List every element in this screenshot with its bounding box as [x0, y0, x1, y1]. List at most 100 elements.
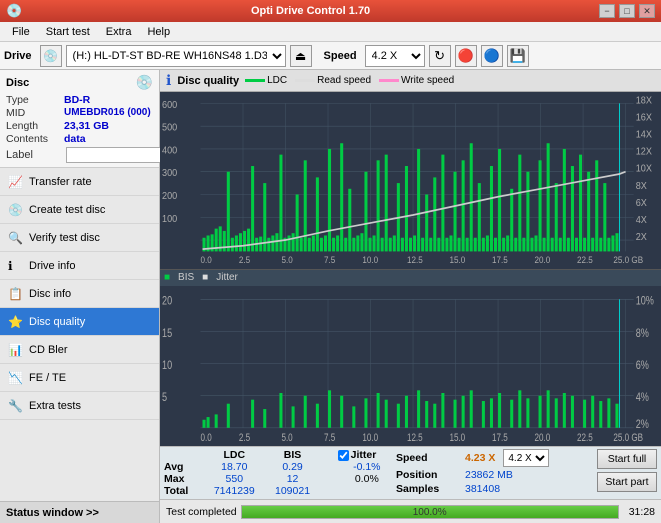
sidebar-label-disc-info: Disc info: [29, 288, 71, 300]
svg-text:20.0: 20.0: [534, 254, 550, 265]
disc-quality-title: Disc quality: [177, 75, 239, 87]
drive-info-icon: ℹ: [8, 259, 24, 273]
refresh-button[interactable]: ↻: [429, 45, 451, 67]
svg-text:6X: 6X: [636, 197, 648, 209]
bis-label: ■: [164, 272, 170, 283]
legend-ldc-label: LDC: [267, 75, 287, 86]
jitter-label-text: Jitter: [351, 449, 377, 461]
legend-write-speed-color: [379, 79, 399, 82]
create-test-disc-icon: 💿: [8, 203, 24, 217]
sidebar-item-drive-info[interactable]: ℹ Drive info: [0, 252, 159, 280]
menu-start-test[interactable]: Start test: [38, 24, 98, 40]
svg-text:22.5: 22.5: [577, 254, 593, 265]
max-label: Max: [164, 473, 203, 485]
fe-te-icon: 📉: [8, 371, 24, 385]
sidebar-label-cd-bler: CD Bler: [29, 344, 68, 356]
disc-length-value: 23,31 GB: [64, 120, 109, 132]
bottom-status-bar: Test completed 100.0% 31:28: [160, 499, 661, 523]
stats-avg-row: Avg 18.70 0.29 -0.1%: [164, 461, 396, 473]
position-row: Position 23862 MB: [396, 469, 591, 481]
menu-file[interactable]: File: [4, 24, 38, 40]
svg-text:500: 500: [162, 122, 178, 134]
disc-panel: Disc 💿 Type BD-R MID UMEBDR016 (000) Len…: [0, 70, 159, 168]
svg-text:4%: 4%: [636, 390, 650, 404]
sidebar-label-drive-info: Drive info: [29, 260, 75, 272]
position-label: Position: [396, 469, 461, 481]
svg-text:2.5: 2.5: [239, 254, 250, 265]
stats-right-section: Speed 4.23 X 4.2 X Position 23862 MB Sam…: [396, 449, 591, 495]
svg-text:20: 20: [162, 294, 172, 308]
disc-label-input[interactable]: [66, 147, 161, 163]
svg-text:6%: 6%: [636, 358, 650, 372]
speed-stat-value: 4.23 X: [465, 452, 495, 464]
close-button[interactable]: ✕: [639, 4, 655, 18]
eject-button[interactable]: ⏏: [290, 45, 312, 67]
sidebar-item-verify-test-disc[interactable]: 🔍 Verify test disc: [0, 224, 159, 252]
sidebar-item-transfer-rate[interactable]: 📈 Transfer rate: [0, 168, 159, 196]
svg-text:10%: 10%: [636, 294, 655, 308]
legend-read-speed-label: Read speed: [317, 75, 371, 86]
disc-contents-label: Contents: [6, 133, 64, 145]
stats-content: LDC BIS Jitter: [164, 449, 657, 497]
settings-btn2[interactable]: 🔵: [481, 45, 503, 67]
legend-ldc-color: [245, 79, 265, 82]
drive-select[interactable]: (H:) HL-DT-ST BD-RE WH16NS48 1.D3: [66, 45, 286, 67]
sidebar: Disc 💿 Type BD-R MID UMEBDR016 (000) Len…: [0, 70, 160, 523]
menu-extra[interactable]: Extra: [98, 24, 140, 40]
sidebar-item-disc-quality[interactable]: ⭐ Disc quality: [0, 308, 159, 336]
progress-bar-container: 100.0%: [241, 505, 619, 519]
save-button[interactable]: 💾: [507, 45, 529, 67]
legend-read-speed-color: [295, 79, 315, 82]
sidebar-label-fe-te: FE / TE: [29, 372, 66, 384]
samples-label: Samples: [396, 483, 461, 495]
svg-text:10: 10: [162, 358, 172, 372]
minimize-button[interactable]: −: [599, 4, 615, 18]
status-window-bar[interactable]: Status window >>: [0, 501, 159, 523]
disc-mid-value: UMEBDR016 (000): [64, 107, 151, 119]
total-bis-value: 109021: [266, 485, 319, 497]
svg-text:7.5: 7.5: [324, 432, 335, 444]
start-full-button[interactable]: Start full: [597, 449, 657, 469]
disc-type-label: Type: [6, 94, 64, 106]
avg-bis-value: 0.29: [266, 461, 319, 473]
legend-write-speed-label: Write speed: [401, 75, 454, 86]
sidebar-item-extra-tests[interactable]: 🔧 Extra tests: [0, 392, 159, 420]
svg-text:12.5: 12.5: [407, 254, 423, 265]
app-title: Opti Drive Control 1.70: [22, 5, 599, 17]
svg-text:5.0: 5.0: [281, 432, 292, 444]
avg-jitter-value: -0.1%: [338, 461, 396, 473]
start-part-button[interactable]: Start part: [597, 472, 657, 492]
svg-text:16X: 16X: [636, 112, 653, 124]
sidebar-item-create-test-disc[interactable]: 💿 Create test disc: [0, 196, 159, 224]
svg-text:10.0: 10.0: [362, 254, 378, 265]
progress-text: 100.0%: [242, 506, 618, 519]
status-window-label: Status window >>: [6, 507, 99, 519]
stats-max-row: Max 550 12 0.0%: [164, 473, 396, 485]
time-text: 31:28: [629, 506, 655, 518]
drive-icon-btn[interactable]: 💿: [40, 45, 62, 67]
jitter-text: Jitter: [216, 272, 238, 283]
maximize-button[interactable]: □: [619, 4, 635, 18]
svg-text:2%: 2%: [636, 417, 650, 431]
sidebar-item-cd-bler[interactable]: 📊 CD Bler: [0, 336, 159, 364]
total-ldc-value: 7141239: [203, 485, 266, 497]
legend-read-speed: Read speed: [295, 75, 371, 86]
speed-select-drive[interactable]: 4.2 X: [365, 45, 425, 67]
sidebar-item-disc-info[interactable]: 📋 Disc info: [0, 280, 159, 308]
menu-help[interactable]: Help: [139, 24, 178, 40]
disc-label-label: Label: [6, 149, 64, 161]
svg-text:2.5: 2.5: [239, 432, 250, 444]
drive-bar: Drive 💿 (H:) HL-DT-ST BD-RE WH16NS48 1.D…: [0, 42, 661, 70]
avg-label: Avg: [164, 461, 203, 473]
sidebar-item-fe-te[interactable]: 📉 FE / TE: [0, 364, 159, 392]
col-ldc-header: LDC: [203, 449, 266, 461]
settings-btn1[interactable]: 🔴: [455, 45, 477, 67]
stats-left-table: LDC BIS Jitter: [164, 449, 396, 497]
stats-area: LDC BIS Jitter: [160, 446, 661, 499]
svg-text:300: 300: [162, 168, 178, 180]
jitter-checkbox[interactable]: [338, 450, 349, 461]
speed-stat-select[interactable]: 4.2 X: [503, 449, 549, 467]
drive-label: Drive: [4, 50, 32, 62]
chart1-area: 600 500 400 300 200 100 18X 16X 14X 12X …: [160, 92, 661, 270]
svg-text:15.0: 15.0: [449, 254, 465, 265]
